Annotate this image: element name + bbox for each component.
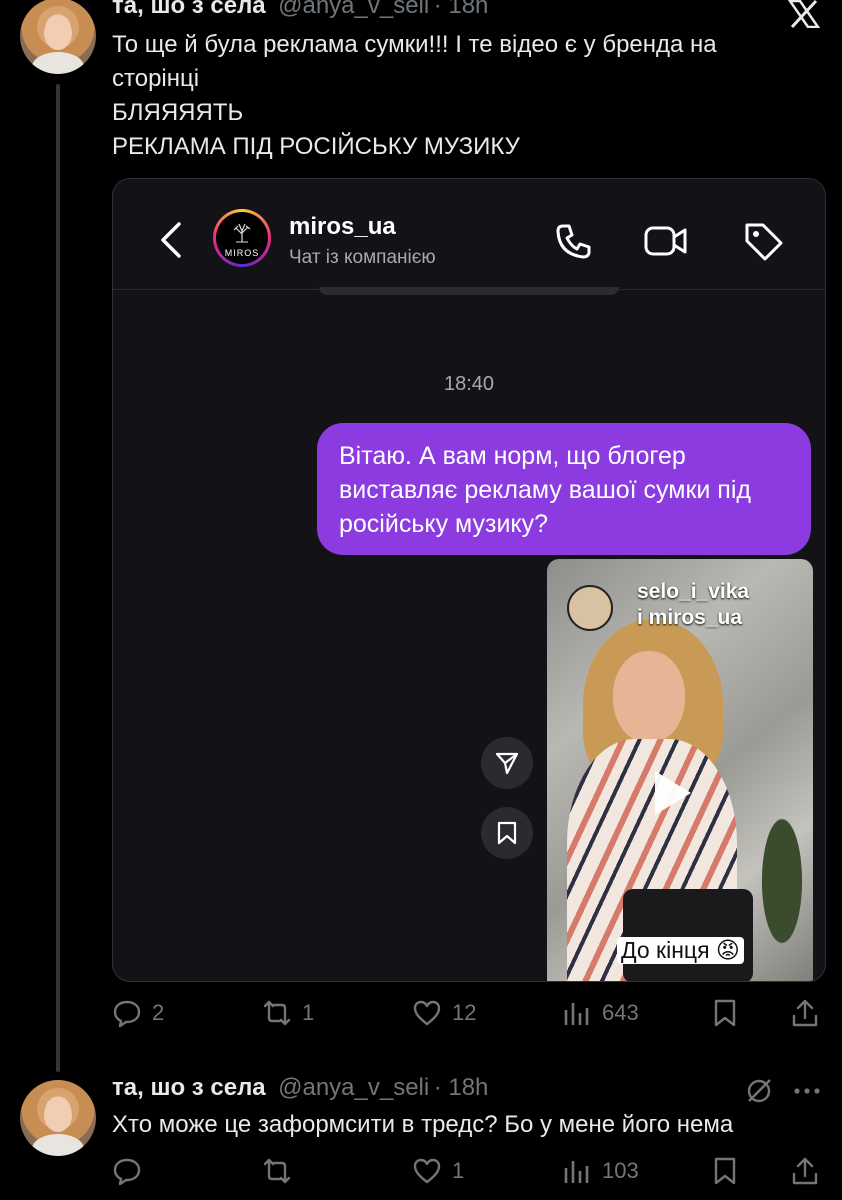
views-button[interactable]: 643 xyxy=(562,998,639,1028)
tweet-time[interactable]: · 18h xyxy=(434,1074,489,1101)
repost-button[interactable]: 1 xyxy=(262,998,314,1028)
avatar[interactable] xyxy=(20,0,96,74)
avatar[interactable] xyxy=(20,1080,96,1156)
like-button[interactable]: 12 xyxy=(412,998,476,1028)
plant xyxy=(747,809,813,981)
thread-line xyxy=(56,84,60,1072)
bookmark-button[interactable] xyxy=(710,1156,740,1186)
user-handle[interactable]: @anya_v_seli xyxy=(278,0,429,19)
video-call-icon[interactable] xyxy=(643,223,689,259)
share-tweet-button[interactable] xyxy=(790,1156,820,1186)
like-count: 1 xyxy=(452,1158,465,1183)
save-button[interactable] xyxy=(481,807,533,859)
play-icon[interactable] xyxy=(655,771,691,815)
views-button[interactable]: 103 xyxy=(562,1156,639,1186)
share-icon xyxy=(792,1157,818,1185)
bookmark-button[interactable] xyxy=(710,998,740,1028)
chat-header: MIROS miros_ua Чат із компанією xyxy=(113,179,825,290)
media-card[interactable]: MIROS miros_ua Чат із компанією 18:40 Ві… xyxy=(112,178,826,982)
views-icon xyxy=(564,1161,589,1183)
display-name[interactable]: та, шо з села xyxy=(112,1074,266,1101)
grok-icon[interactable] xyxy=(744,1076,774,1106)
chat-account-name[interactable]: miros_ua xyxy=(289,213,396,241)
display-name[interactable]: та, шо з села xyxy=(112,0,266,19)
chat-timestamp: 18:40 xyxy=(443,373,495,395)
reel-caption: До кінця 😡 xyxy=(617,937,744,964)
chat-subtitle: Чат із компанією xyxy=(289,247,436,268)
tweet-header: та, шо з села @anya_v_seli · 18h xyxy=(112,0,488,20)
tweet-header: та, шо з села @anya_v_seli · 18h xyxy=(112,1074,488,1102)
repost-icon xyxy=(263,1158,291,1184)
reel-person-face xyxy=(613,651,685,743)
back-arrow-icon[interactable] xyxy=(159,221,183,259)
like-button[interactable]: 1 xyxy=(412,1156,464,1186)
views-count: 103 xyxy=(602,1158,639,1183)
reply-button[interactable]: 2 xyxy=(112,998,164,1028)
tweet-time[interactable]: · 18h xyxy=(434,0,489,19)
views-icon xyxy=(564,1003,589,1025)
reel-bag xyxy=(623,889,753,981)
share-button[interactable] xyxy=(481,737,533,789)
reply-count: 2 xyxy=(152,1000,165,1025)
reel-author: selo_i_vika xyxy=(637,580,750,603)
phone-icon[interactable] xyxy=(553,221,593,261)
message-bubble[interactable]: Вітаю. А вам норм, що блогер виставляє р… xyxy=(317,423,811,555)
tweet-text: Хто може це заформсити в тредс? Бо у мен… xyxy=(112,1111,734,1138)
repost-button[interactable] xyxy=(262,1156,292,1186)
share-icon xyxy=(792,999,818,1027)
tweet-text: То ще й була реклама сумки!!! І те відео… xyxy=(112,31,717,160)
more-icon[interactable] xyxy=(792,1084,822,1098)
x-logo-icon[interactable] xyxy=(788,0,820,28)
repost-icon xyxy=(263,1000,291,1026)
bookmark-icon xyxy=(714,999,736,1027)
reel-author-avatar[interactable] xyxy=(567,585,613,631)
reply-icon xyxy=(113,1000,141,1028)
repost-count: 1 xyxy=(302,1000,315,1025)
bookmark-icon xyxy=(714,1157,736,1185)
user-handle[interactable]: @anya_v_seli xyxy=(278,1074,429,1101)
heart-icon xyxy=(413,1158,441,1184)
brand-logo-text: MIROS xyxy=(224,248,260,258)
previous-message-edge xyxy=(319,287,619,295)
like-count: 12 xyxy=(452,1000,477,1025)
share-tweet-button[interactable] xyxy=(790,998,820,1028)
reply-icon xyxy=(113,1158,141,1186)
views-count: 643 xyxy=(602,1000,639,1025)
heart-icon xyxy=(413,1000,441,1026)
tree-logo-icon xyxy=(233,223,251,243)
reel-preview[interactable]: selo_i_vika і miros_ua До кінця 😡 xyxy=(547,559,813,981)
bookmark-icon xyxy=(497,821,517,845)
reel-collab: і miros_ua xyxy=(637,606,743,629)
send-icon xyxy=(495,752,519,775)
tag-icon[interactable] xyxy=(741,219,785,263)
reply-button[interactable] xyxy=(112,1156,142,1186)
reel-authors[interactable]: selo_i_vika і miros_ua xyxy=(637,579,749,631)
brand-avatar[interactable]: MIROS xyxy=(213,209,271,267)
